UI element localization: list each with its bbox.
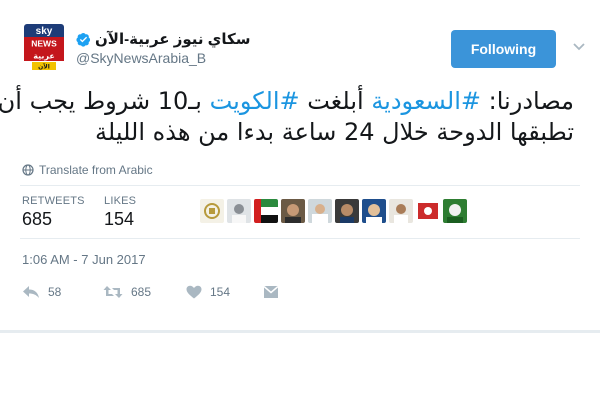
avatar[interactable]: sky NEWS عربية الآن: [24, 24, 64, 70]
liker-avatar[interactable]: [335, 199, 359, 223]
liker-avatar[interactable]: [416, 199, 440, 223]
divider: [20, 238, 580, 239]
bottom-border: [0, 330, 600, 333]
liker-avatar[interactable]: [281, 199, 305, 223]
liker-avatar[interactable]: [308, 199, 332, 223]
tweet-text-part: أبلغت: [299, 87, 372, 115]
following-button[interactable]: Following: [451, 30, 556, 68]
liker-avatar[interactable]: [362, 199, 386, 223]
hashtag-link[interactable]: #الكويت: [210, 87, 300, 115]
translate-link[interactable]: Translate from Arabic: [22, 163, 153, 177]
tweet-line-2: تطبقها الدوحة خلال 24 ساعة بدءا من هذه ا…: [95, 118, 574, 146]
retweets-count[interactable]: 685: [22, 209, 52, 230]
liker-avatar[interactable]: [227, 199, 251, 223]
chevron-down-icon[interactable]: [573, 43, 585, 51]
heart-icon: [186, 285, 202, 299]
tweet-text-part: مصادرنا:: [481, 87, 574, 115]
divider: [20, 185, 580, 186]
globe-icon: [22, 164, 34, 176]
reply-icon: [23, 286, 39, 298]
retweet-icon: [103, 286, 123, 298]
translate-label: Translate from Arabic: [39, 163, 153, 177]
retweet-button[interactable]: 685: [103, 285, 151, 299]
retweets-label[interactable]: RETWEETS: [22, 195, 85, 207]
direct-message-button[interactable]: [263, 285, 279, 299]
svg-text:عربية: عربية: [33, 52, 55, 61]
verified-badge-icon: [76, 32, 91, 47]
liker-avatar[interactable]: [389, 199, 413, 223]
tweet-line-1: مصادرنا: #السعودية أبلغت #الكويت بـ10 شر…: [0, 86, 574, 117]
display-name-text: سكاي نيوز عربية-الآن: [95, 31, 251, 48]
reply-button[interactable]: 58: [22, 285, 61, 299]
sky-news-arabia-logo: sky NEWS عربية الآن: [24, 24, 64, 70]
hashtag-link[interactable]: #السعودية: [371, 87, 481, 115]
reply-count: 58: [48, 285, 62, 299]
like-count: 154: [210, 285, 231, 299]
user-handle[interactable]: @SkyNewsArabia_B: [76, 50, 206, 66]
liker-avatar[interactable]: [254, 199, 278, 223]
tweet-card: sky NEWS عربية الآن سكاي نيوز عربية-الآن…: [0, 0, 600, 330]
likers-avatars: [200, 199, 467, 223]
like-button[interactable]: 154: [186, 285, 230, 299]
liker-avatar[interactable]: [443, 199, 467, 223]
display-name[interactable]: سكاي نيوز عربية-الآن: [76, 30, 251, 48]
retweet-count: 685: [131, 285, 152, 299]
tweet-text-part: بـ10 شروط يجب أن: [0, 87, 210, 115]
likes-label[interactable]: LIKES: [104, 195, 136, 207]
tweet-timestamp[interactable]: 1:06 AM - 7 Jun 2017: [22, 252, 146, 267]
likes-count[interactable]: 154: [104, 209, 134, 230]
svg-text:NEWS: NEWS: [31, 39, 57, 49]
tweet-text: مصادرنا: #السعودية أبلغت #الكويت بـ10 شر…: [0, 86, 574, 148]
svg-text:الآن: الآن: [38, 63, 50, 71]
svg-text:sky: sky: [36, 26, 53, 37]
liker-avatar[interactable]: [200, 199, 224, 223]
envelope-icon: [263, 285, 279, 298]
